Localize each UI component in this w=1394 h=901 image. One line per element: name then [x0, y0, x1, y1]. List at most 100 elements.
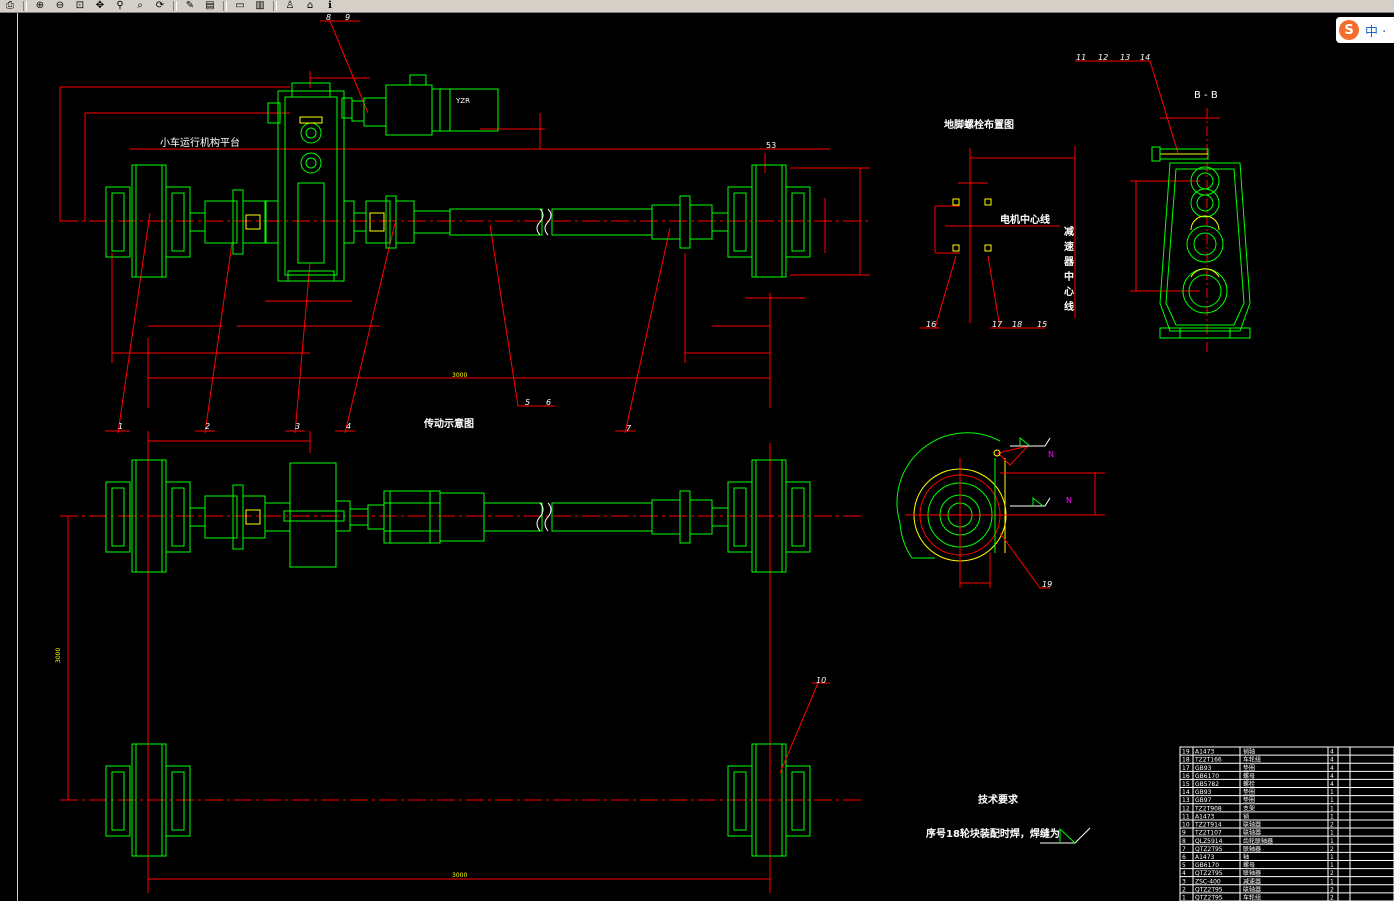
table-cell: A1473	[1195, 813, 1215, 820]
redraw-icon[interactable]: ⟳	[150, 0, 170, 12]
table-cell: GB6170	[1195, 862, 1219, 869]
properties-icon[interactable]: ▥	[250, 0, 270, 12]
table-cell: 1	[1330, 789, 1334, 796]
table-cell: 1	[1330, 862, 1334, 869]
table-cell: 1	[1330, 813, 1334, 820]
table-cell: 联轴器	[1243, 829, 1261, 837]
table-cell: 17	[1182, 765, 1190, 772]
label-motor-center-line: 电机中心线	[1000, 213, 1050, 226]
label-trolley-platform: 小车运行机构平台	[160, 136, 240, 149]
table-cell: 2	[1330, 870, 1334, 877]
callout-8: 8	[326, 13, 331, 22]
callout-13: 13	[1120, 53, 1130, 62]
callout-3: 3	[295, 422, 300, 431]
table-cell: 7	[1182, 846, 1186, 853]
cad-drawing-canvas[interactable]: 19 A1473 销轴 418 TZ2T166 车轮组 417 GB93 垫圈 416 GB6170…	[0, 13, 1394, 901]
table-cell: 联轴器	[1243, 869, 1261, 877]
table-cell: 4	[1330, 781, 1334, 788]
table-cell: 联轴器	[1243, 885, 1261, 893]
weld-mark-n-2: N	[1066, 496, 1072, 505]
home-icon[interactable]: ⌂	[300, 0, 320, 12]
info-icon[interactable]: ℹ	[320, 0, 340, 12]
reducer-label-char: 速	[1064, 240, 1074, 253]
zoom-realtime-icon[interactable]: ⚲	[110, 0, 130, 12]
zoom-extents-icon[interactable]: ⌕	[130, 0, 150, 12]
callout-14: 14	[1140, 53, 1150, 62]
zoom-in-icon[interactable]: ⊕	[30, 0, 50, 12]
table-cell: 12	[1182, 805, 1190, 812]
label-foot-bolt-layout: 地脚螺栓布置图	[944, 118, 1014, 131]
zoom-window-icon[interactable]: ⊡	[70, 0, 90, 12]
table-cell: 18	[1182, 757, 1190, 764]
table-cell: 齿轮联轴器	[1243, 837, 1273, 845]
zoom-out-icon[interactable]: ⊖	[50, 0, 70, 12]
table-cell: A1473	[1195, 854, 1215, 861]
table-cell: QTZ2T95	[1195, 870, 1223, 877]
table-cell: TZ2T166	[1194, 757, 1222, 764]
toolbar-separator	[223, 1, 227, 11]
table-cell: 3	[1182, 878, 1186, 885]
table-cell: 1	[1330, 878, 1334, 885]
table-cell: 5	[1182, 862, 1186, 869]
table-cell: 垫圈	[1243, 796, 1255, 804]
table-cell: 15	[1182, 781, 1190, 788]
reducer-label-char: 线	[1064, 300, 1074, 313]
label-tech-requirements: 技术要求	[978, 793, 1019, 806]
ime-indicator[interactable]: S 中 ·	[1336, 17, 1394, 43]
reducer-label-char: 减	[1064, 225, 1074, 238]
callout-15: 15	[1037, 320, 1047, 329]
table-cell: GB93	[1195, 765, 1212, 772]
callout-7: 7	[626, 424, 632, 433]
table-cell: ZSC-400	[1195, 878, 1221, 885]
table-cell: QTZ2T95	[1195, 886, 1223, 893]
table-cell: 13	[1182, 797, 1190, 804]
print-icon[interactable]: ⎙	[0, 0, 20, 12]
table-cell: 9	[1182, 830, 1186, 837]
table-cell: 6	[1182, 854, 1186, 861]
dim-53: 53	[766, 141, 776, 150]
callout-2: 2	[205, 422, 210, 431]
table-cell: 销	[1243, 812, 1249, 820]
label-section-bb: B - B	[1194, 90, 1218, 101]
toolbar-separator	[273, 1, 277, 11]
callout-16: 16	[926, 320, 936, 329]
table-cell: 16	[1182, 773, 1190, 780]
table-cell: GB97	[1195, 797, 1212, 804]
callout-9: 9	[345, 13, 350, 22]
table-cell: 4	[1182, 870, 1186, 877]
toolbar-separator	[23, 1, 27, 11]
table-cell: 车轮组	[1243, 894, 1261, 901]
table-cell: GB6170	[1195, 773, 1219, 780]
table-cell: QLZ5914	[1195, 838, 1223, 845]
table-cell: TZ2T914	[1194, 822, 1222, 829]
label-transmission-diagram: 传动示意图	[423, 417, 474, 430]
table-cell: 螺栓	[1243, 780, 1255, 788]
dim-top-wheel-span: 3000	[452, 372, 467, 379]
user-icon[interactable]: ♙	[280, 0, 300, 12]
table-cell: 1	[1330, 830, 1334, 837]
table-cell: GB5782	[1195, 781, 1219, 788]
layer-icon[interactable]: ▤	[200, 0, 220, 12]
table-cell: 1	[1330, 805, 1334, 812]
table-cell: 1	[1330, 797, 1334, 804]
table-cell: 2	[1330, 895, 1334, 901]
print-preview-icon[interactable]: ▭	[230, 0, 250, 12]
pan-icon[interactable]: ✥	[90, 0, 110, 12]
table-cell: 2	[1330, 846, 1334, 853]
table-cell: QTZ2T95	[1195, 846, 1223, 853]
reducer-label-char: 器	[1063, 256, 1075, 268]
table-cell: 10	[1182, 822, 1190, 829]
callout-4: 4	[346, 422, 351, 431]
table-cell: 销轴	[1243, 748, 1255, 756]
table-cell: 联轴器	[1243, 845, 1261, 853]
table-cell: QTZ2T95	[1195, 895, 1223, 901]
ime-mode[interactable]: 中 ·	[1365, 21, 1386, 40]
table-cell: 4	[1330, 757, 1334, 764]
callout-10: 10	[816, 676, 826, 685]
cad-toolbar: ⎙ ⊕ ⊖ ⊡ ✥ ⚲ ⌕ ⟳ ✎ ▤ ▭ ▥ ♙ ⌂ ℹ	[0, 0, 1394, 13]
brush-icon[interactable]: ✎	[180, 0, 200, 12]
callout-5: 5	[525, 398, 530, 407]
callout-6: 6	[546, 398, 551, 407]
table-cell: TZ2T107	[1194, 830, 1222, 837]
label-tech-note: 序号18轮块装配时焊，焊缝为	[926, 827, 1060, 840]
